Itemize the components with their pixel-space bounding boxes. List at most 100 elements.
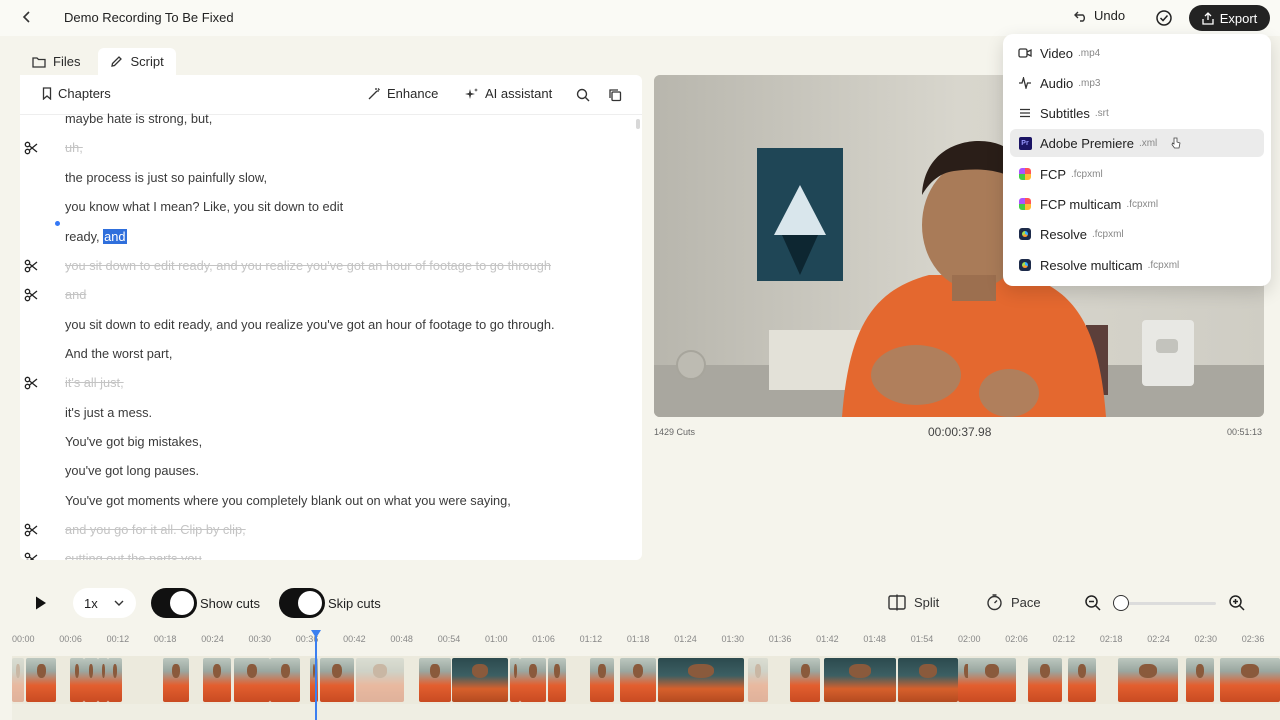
zoom-in-icon[interactable] bbox=[1228, 594, 1246, 612]
transcript-line[interactable]: you sit down to edit ready, and you real… bbox=[65, 317, 555, 333]
transcript-line-cut[interactable]: it's all just, bbox=[65, 375, 124, 391]
clip-thumbnail[interactable] bbox=[70, 658, 84, 702]
transcript-line[interactable]: ready, and bbox=[65, 229, 127, 245]
zoom-out-icon[interactable] bbox=[1084, 594, 1102, 612]
timeline[interactable]: 00:00 00:06 00:12 00:18 00:24 00:30 00:36 00:42… bbox=[0, 628, 1280, 720]
clip-thumbnail[interactable] bbox=[452, 658, 508, 702]
clip-thumbnail[interactable] bbox=[1028, 658, 1062, 702]
timeline-tick: 01:54 bbox=[910, 634, 934, 644]
clip-thumbnail-face bbox=[598, 664, 606, 678]
clip-thumbnail[interactable] bbox=[320, 658, 354, 702]
clip-thumbnail[interactable] bbox=[234, 658, 270, 702]
clip-thumbnail-face bbox=[984, 664, 1000, 678]
split-button[interactable]: Split bbox=[888, 594, 939, 611]
clip-thumbnail[interactable] bbox=[356, 658, 404, 702]
skip-cuts-toggle[interactable] bbox=[279, 588, 325, 618]
clip-thumbnail-face bbox=[112, 664, 118, 678]
export-audio-option[interactable]: Audio .mp3 bbox=[1010, 69, 1264, 97]
scissors-icon[interactable] bbox=[24, 523, 38, 537]
transcript-line[interactable]: you've got long pauses. bbox=[65, 463, 199, 479]
clip-thumbnail[interactable] bbox=[84, 658, 98, 702]
transcript-scrollbar[interactable] bbox=[636, 119, 640, 129]
clip-thumbnail[interactable] bbox=[520, 658, 546, 702]
transcript-line[interactable]: the process is just so painfully slow, bbox=[65, 170, 267, 186]
export-button[interactable]: Export bbox=[1189, 5, 1270, 31]
clip-thumbnail[interactable] bbox=[1220, 658, 1280, 702]
ai-assistant-button[interactable]: AI assistant bbox=[465, 86, 552, 101]
scissors-icon[interactable] bbox=[24, 552, 38, 560]
pace-button[interactable]: Pace bbox=[986, 594, 1041, 611]
transcript-line-cut[interactable]: uh, bbox=[65, 140, 83, 156]
clip-thumbnail[interactable] bbox=[824, 658, 896, 702]
clip-thumbnail[interactable] bbox=[510, 658, 520, 702]
zoom-slider-knob[interactable] bbox=[1113, 595, 1129, 611]
export-resolve-multicam-option[interactable]: Resolve multicam .fcpxml bbox=[1010, 251, 1264, 279]
zoom-slider-track[interactable] bbox=[1120, 602, 1216, 605]
clip-thumbnail[interactable] bbox=[12, 658, 24, 702]
copy-button[interactable] bbox=[607, 87, 623, 103]
enhance-button[interactable]: Enhance bbox=[367, 86, 438, 101]
clip-thumbnail[interactable] bbox=[98, 658, 108, 702]
export-premiere-option[interactable]: Pr Adobe Premiere .xml bbox=[1010, 129, 1264, 157]
clip-thumbnail[interactable] bbox=[898, 658, 958, 702]
play-icon[interactable] bbox=[30, 593, 50, 613]
export-fcp-multicam-option[interactable]: FCP multicam .fcpxml bbox=[1010, 190, 1264, 218]
clip-thumbnail[interactable] bbox=[1068, 658, 1096, 702]
timeline-ruler[interactable]: 00:00 00:06 00:12 00:18 00:24 00:30 00:36 00:42… bbox=[0, 634, 1280, 648]
clip-thumbnail-face bbox=[74, 664, 80, 678]
script-panel: Chapters Enhance AI assistant maybe hate… bbox=[20, 75, 642, 560]
transcript-line[interactable]: maybe hate is strong, but, bbox=[65, 111, 212, 127]
tab-files[interactable]: Files bbox=[20, 48, 92, 75]
clip-thumbnail[interactable] bbox=[108, 658, 122, 702]
clip-thumbnail[interactable] bbox=[1186, 658, 1214, 702]
export-video-option[interactable]: Video .mp4 bbox=[1010, 39, 1264, 67]
selected-word[interactable]: and bbox=[103, 229, 127, 244]
clip-thumbnail[interactable] bbox=[203, 658, 231, 702]
timeline-tick: 01:12 bbox=[579, 634, 603, 644]
clip-thumbnail[interactable] bbox=[590, 658, 614, 702]
clip-thumbnail[interactable] bbox=[968, 658, 1016, 702]
clip-thumbnail[interactable] bbox=[163, 658, 189, 702]
clip-thumbnail[interactable] bbox=[748, 658, 768, 702]
clip-thumbnail[interactable] bbox=[658, 658, 744, 702]
timeline-tick: 00:18 bbox=[153, 634, 177, 644]
transcript-line[interactable]: you know what I mean? Like, you sit down… bbox=[65, 199, 343, 215]
export-resolve-option[interactable]: Resolve .fcpxml bbox=[1010, 220, 1264, 248]
transcript-line[interactable]: You've got big mistakes, bbox=[65, 434, 202, 450]
clip-thumbnail[interactable] bbox=[548, 658, 566, 702]
clip-thumbnail[interactable] bbox=[270, 658, 300, 702]
export-subtitles-option[interactable]: Subtitles .srt bbox=[1010, 99, 1264, 127]
show-cuts-toggle[interactable] bbox=[151, 588, 197, 618]
transcript-line-cut[interactable]: and you go for it all. Clip by clip, bbox=[65, 522, 246, 538]
clip-thumbnail-face bbox=[919, 664, 937, 678]
clip-thumbnail[interactable] bbox=[26, 658, 56, 702]
tab-script[interactable]: Script bbox=[98, 48, 176, 75]
total-duration: 00:51:13 bbox=[1227, 427, 1263, 437]
transcript-line-cut[interactable]: cutting out the parts you bbox=[65, 551, 202, 560]
timeline-tick: 02:18 bbox=[1099, 634, 1123, 644]
scissors-icon[interactable] bbox=[24, 288, 38, 302]
clip-thumbnail[interactable] bbox=[620, 658, 656, 702]
scissors-icon[interactable] bbox=[24, 141, 38, 155]
export-fcp-option[interactable]: FCP .fcpxml bbox=[1010, 160, 1264, 188]
clip-thumbnail[interactable] bbox=[790, 658, 820, 702]
check-button[interactable] bbox=[1154, 8, 1174, 28]
clip-thumbnail-face bbox=[88, 664, 94, 678]
back-button[interactable] bbox=[18, 8, 36, 26]
search-button[interactable] bbox=[575, 87, 591, 103]
speed-select[interactable]: 1x bbox=[73, 588, 136, 618]
transcript-line[interactable]: it's just a mess. bbox=[65, 405, 152, 421]
transcript-line-cut[interactable]: and bbox=[65, 287, 86, 303]
scissors-icon[interactable] bbox=[24, 259, 38, 273]
clip-thumbnail[interactable] bbox=[419, 658, 451, 702]
playhead[interactable] bbox=[315, 632, 317, 720]
chapters-button[interactable]: Chapters bbox=[42, 86, 111, 101]
transcript-line[interactable]: You've got moments where you completely … bbox=[65, 493, 511, 509]
undo-button[interactable]: Undo bbox=[1074, 8, 1125, 23]
transcript-line-cut[interactable]: you sit down to edit ready, and you real… bbox=[65, 258, 551, 274]
transcript-line[interactable]: And the worst part, bbox=[65, 346, 172, 362]
clip-thumbnail-face bbox=[16, 664, 20, 678]
resolve-icon bbox=[1018, 258, 1032, 272]
clip-thumbnail[interactable] bbox=[1118, 658, 1178, 702]
scissors-icon[interactable] bbox=[24, 376, 38, 390]
